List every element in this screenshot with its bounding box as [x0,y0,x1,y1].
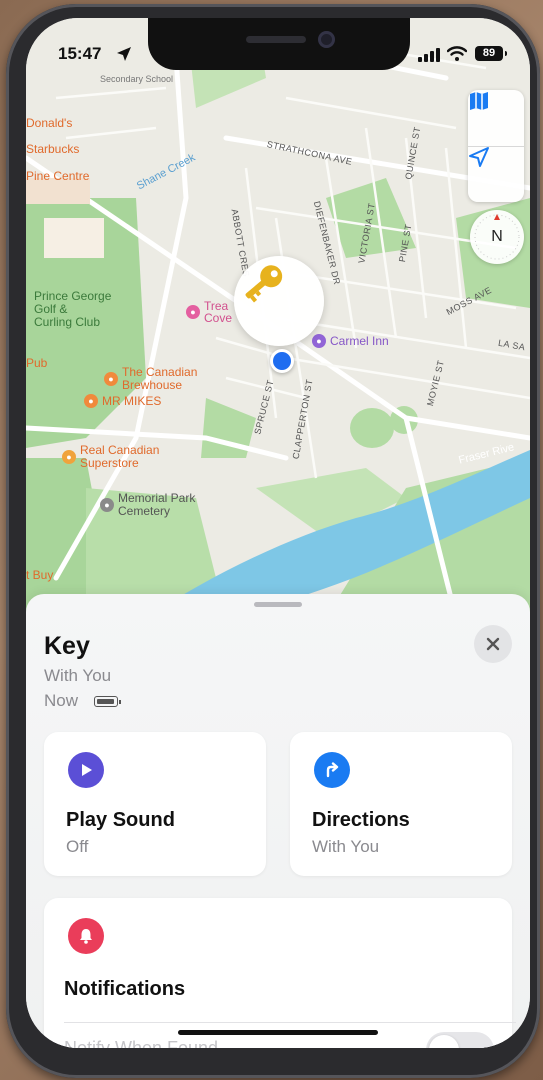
shopping-cart-icon: ● [62,450,76,464]
status-bar: 15:47 89 [26,18,530,78]
play-sound-button[interactable]: Play Sound Off [44,732,266,876]
map-label-golf-club: Prince George Golf & Curling Club [34,289,112,329]
compass-icon [474,214,520,260]
notifications-label: Notifications [64,978,186,1000]
poi-treasure-cove[interactable]: ● Trea Cove [186,300,232,324]
map-icon [470,92,488,110]
poi-carmel-inn[interactable]: ● Carmel Inn [312,334,389,348]
map-view[interactable]: Donald's Starbucks Pine Centre Secondary… [26,18,530,618]
play-sound-icon-badge [68,752,104,788]
play-icon [82,764,92,776]
item-pin[interactable] [234,256,324,346]
sheet-grabber[interactable] [254,602,302,607]
compass-button[interactable]: N [470,210,524,264]
directions-label: Directions [312,809,410,831]
directions-icon-badge [314,752,350,788]
notch [148,18,410,70]
item-battery-icon [94,696,121,707]
restaurant-icon: ● [104,372,118,386]
item-detail-sheet: Key With You Now Play Sound Off Directio… [26,594,530,1048]
home-indicator[interactable] [178,1030,378,1035]
hotel-icon: ● [186,305,200,319]
front-camera [318,31,335,48]
directions-value: With You [312,837,380,856]
restaurant-icon: ● [84,394,98,408]
poi-memorial-park-cemetery[interactable]: ● Memorial Park Cemetery [100,492,195,518]
location-arrow-icon [469,147,489,167]
turn-right-arrow-icon [326,762,339,778]
close-button[interactable] [474,625,512,663]
item-location: With You [44,666,112,685]
notify-when-found-toggle[interactable] [426,1032,494,1048]
map-label-starbucks: Starbucks [26,142,80,156]
hotel-icon: ● [312,334,326,348]
notifications-divider [64,1022,516,1023]
map-label-pine-centre: Pine Centre [26,169,90,183]
speaker [246,36,306,43]
play-sound-value: Off [66,837,89,856]
directions-button[interactable]: Directions With You [290,732,512,876]
tracking-button[interactable] [468,146,524,202]
user-location-dot [270,349,294,373]
poi-real-canadian-superstore[interactable]: ● Real Canadian Superstore [62,444,159,470]
notify-when-found-label: Notify When Found [64,1038,219,1048]
cemetery-icon: ● [100,498,114,512]
notifications-card: Notifications Notify When Found [44,898,516,1048]
item-time: Now [44,691,79,710]
signal-bars-icon [418,48,440,62]
wifi-icon [447,46,467,61]
close-icon [486,637,500,651]
poi-canadian-brewhouse[interactable]: ● The Canadian Brewhouse [104,366,197,392]
status-time: 15:47 [58,44,102,63]
map-controls [468,90,524,202]
map-mode-button[interactable] [468,90,524,146]
bell-icon [80,929,92,944]
poi-mr-mikes[interactable]: ● MR MIKES [84,394,161,408]
key-icon [245,265,283,303]
phone-frame: Donald's Starbucks Pine Centre Secondary… [6,4,540,1078]
item-name: Key [44,632,90,660]
screen: Donald's Starbucks Pine Centre Secondary… [26,18,530,1048]
map-label-donalds: Donald's [26,116,73,130]
map-label-pub: Pub [26,356,48,370]
play-sound-label: Play Sound [66,809,175,831]
location-arrow-icon [117,47,131,61]
battery-indicator: 89 [475,46,507,61]
map-label-best-buy: t Buy [26,568,54,582]
notifications-icon-badge [68,918,104,954]
